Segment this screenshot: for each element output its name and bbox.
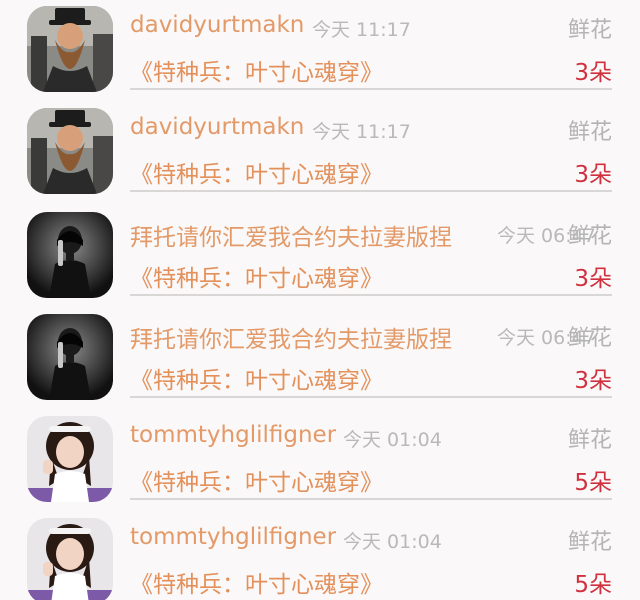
gift-count: 5朵 xyxy=(574,470,612,496)
user-avatar[interactable] xyxy=(27,314,113,400)
username[interactable]: 拜托请你汇爱我合约夫拉妻版捏 xyxy=(130,320,452,354)
book-title-link[interactable]: 《特种兵：叶寸心魂穿》 xyxy=(130,565,383,599)
gift-type-label: 鲜花 xyxy=(567,428,612,453)
gift-type-label: 鲜花 xyxy=(567,18,612,43)
gift-record-row[interactable]: 拜托请你汇爱我合约夫拉妻版捏 今天 06:47 鲜花 《特种兵：叶寸心魂穿》 3… xyxy=(0,206,640,308)
user-avatar[interactable] xyxy=(27,108,113,194)
username[interactable]: davidyurtmakn xyxy=(130,114,304,140)
gift-time: 今天 11:17 xyxy=(312,121,411,143)
gift-record-row[interactable]: davidyurtmakn 今天 11:17 鲜花 《特种兵：叶寸心魂穿》 3朵 xyxy=(0,0,640,102)
book-title-link[interactable]: 《特种兵：叶寸心魂穿》 xyxy=(130,361,383,395)
user-avatar[interactable] xyxy=(27,518,113,600)
row-divider xyxy=(130,88,612,90)
gift-record-row[interactable]: tommtyhglilfigner 今天 01:04 鲜花 《特种兵：叶寸心魂穿… xyxy=(0,410,640,512)
gift-type-label: 鲜花 xyxy=(567,120,612,145)
gift-time: 今天 01:04 xyxy=(343,429,442,451)
gift-count: 3朵 xyxy=(574,60,612,86)
book-title-link[interactable]: 《特种兵：叶寸心魂穿》 xyxy=(130,259,383,293)
smiling-girl-avatar-icon xyxy=(27,416,113,502)
user-avatar[interactable] xyxy=(27,212,113,298)
bearded-man-avatar-icon xyxy=(27,6,113,92)
book-title-link[interactable]: 《特种兵：叶寸心魂穿》 xyxy=(130,155,383,189)
gift-count: 3朵 xyxy=(574,368,612,394)
username[interactable]: tommtyhglilfigner xyxy=(130,422,336,448)
gift-type-label: 鲜花 xyxy=(567,530,612,555)
gift-record-row[interactable]: tommtyhglilfigner 今天 01:04 鲜花 《特种兵：叶寸心魂穿… xyxy=(0,512,640,600)
row-divider xyxy=(130,190,612,192)
sad-girl-avatar-icon xyxy=(27,314,113,400)
username[interactable]: tommtyhglilfigner xyxy=(130,524,336,550)
book-title-link[interactable]: 《特种兵：叶寸心魂穿》 xyxy=(130,53,383,87)
user-avatar[interactable] xyxy=(27,6,113,92)
sad-girl-avatar-icon xyxy=(27,212,113,298)
row-divider xyxy=(130,498,612,500)
bearded-man-avatar-icon xyxy=(27,108,113,194)
username[interactable]: 拜托请你汇爱我合约夫拉妻版捏 xyxy=(130,218,452,252)
gift-count: 3朵 xyxy=(574,162,612,188)
gift-time: 今天 01:04 xyxy=(343,531,442,553)
gift-time: 今天 11:17 xyxy=(312,19,411,41)
row-divider xyxy=(130,396,612,398)
gift-type-label: 鲜花 xyxy=(567,326,612,351)
row-divider xyxy=(130,294,612,296)
gift-record-row[interactable]: davidyurtmakn 今天 11:17 鲜花 《特种兵：叶寸心魂穿》 3朵 xyxy=(0,102,640,204)
gift-record-row[interactable]: 拜托请你汇爱我合约夫拉妻版捏 今天 06:47 鲜花 《特种兵：叶寸心魂穿》 3… xyxy=(0,308,640,410)
gift-type-label: 鲜花 xyxy=(567,224,612,249)
user-avatar[interactable] xyxy=(27,416,113,502)
smiling-girl-avatar-icon xyxy=(27,518,113,600)
gift-count: 3朵 xyxy=(574,266,612,292)
book-title-link[interactable]: 《特种兵：叶寸心魂穿》 xyxy=(130,463,383,497)
gift-record-list: davidyurtmakn 今天 11:17 鲜花 《特种兵：叶寸心魂穿》 3朵… xyxy=(0,0,640,600)
username[interactable]: davidyurtmakn xyxy=(130,12,304,38)
gift-count: 5朵 xyxy=(574,572,612,598)
